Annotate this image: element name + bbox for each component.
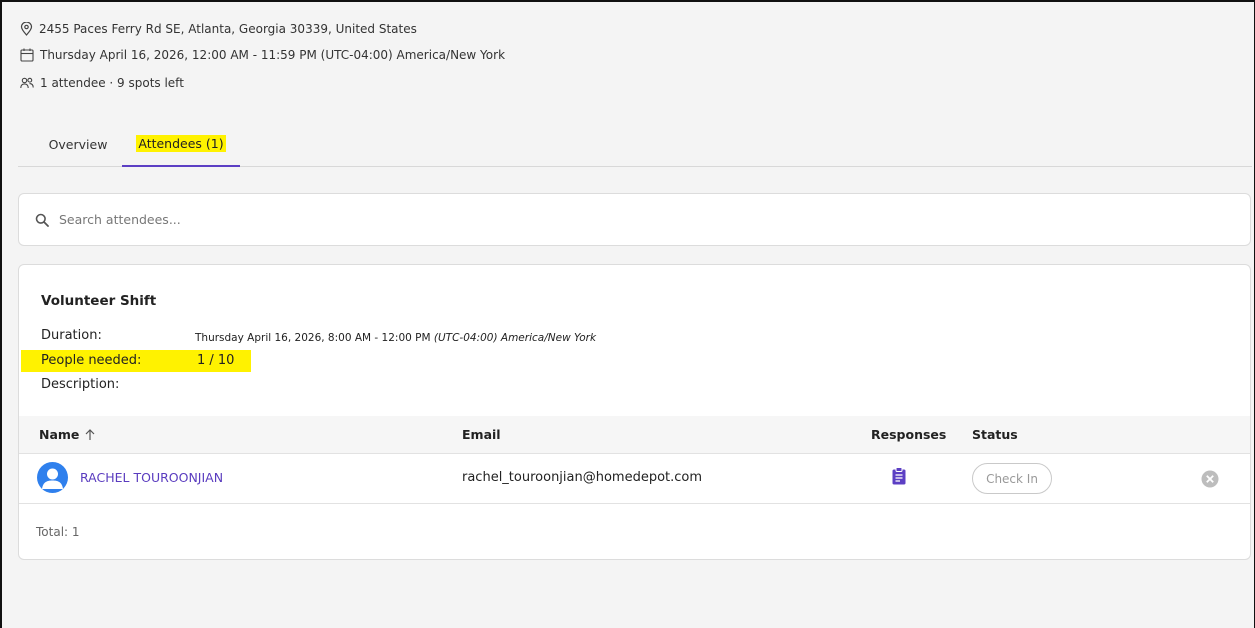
clipboard-icon[interactable] xyxy=(892,467,906,489)
attendee-name-link[interactable]: RACHEL TOUROONJIAN xyxy=(80,470,223,485)
avatar xyxy=(37,462,68,493)
tab-attendees[interactable]: Attendees (1) xyxy=(122,122,240,167)
event-attendance: 1 attendee · 9 spots left xyxy=(20,76,184,90)
location-pin-icon xyxy=(20,22,33,36)
event-address: 2455 Paces Ferry Rd SE, Atlanta, Georgia… xyxy=(20,22,417,36)
table-total: Total: 1 xyxy=(36,525,80,539)
column-status: Status xyxy=(972,427,1018,442)
calendar-icon xyxy=(20,48,34,62)
column-name[interactable]: Name xyxy=(39,427,95,442)
arrow-up-icon xyxy=(85,428,95,440)
tab-overview[interactable]: Overview xyxy=(26,122,130,167)
check-in-button[interactable]: Check In xyxy=(972,463,1052,494)
shift-title: Volunteer Shift xyxy=(41,293,157,309)
table-header: Name Email Responses Status xyxy=(19,416,1250,454)
event-datetime: Thursday April 16, 2026, 12:00 AM - 11:5… xyxy=(20,48,505,62)
table-row: RACHEL TOUROONJIAN rachel_touroonjian@ho… xyxy=(19,454,1250,504)
people-icon xyxy=(20,77,34,89)
event-attendance-text: 1 attendee · 9 spots left xyxy=(40,76,184,90)
user-avatar-icon xyxy=(42,468,63,489)
description-label: Description: xyxy=(41,377,120,392)
attendee-email: rachel_touroonjian@homedepot.com xyxy=(462,470,703,485)
shift-card: Volunteer Shift Duration: Thursday April… xyxy=(18,264,1251,560)
remove-icon[interactable] xyxy=(1201,470,1219,492)
duration-timezone: (UTC-04:00) America/New York xyxy=(433,332,597,344)
event-address-text: 2455 Paces Ferry Rd SE, Atlanta, Georgia… xyxy=(39,22,417,36)
search-input[interactable] xyxy=(59,212,459,227)
column-email: Email xyxy=(462,427,501,442)
people-needed-value: 1 / 10 xyxy=(197,353,235,368)
column-responses: Responses xyxy=(871,427,947,442)
duration-label: Duration: xyxy=(41,328,102,343)
search-bar xyxy=(18,193,1251,246)
people-needed-label: People needed: xyxy=(41,353,142,368)
search-icon xyxy=(35,213,49,227)
page-frame: 2455 Paces Ferry Rd SE, Atlanta, Georgia… xyxy=(0,0,1255,628)
tab-bar: Overview Attendees (1) xyxy=(18,122,1252,167)
duration-value: Thursday April 16, 2026, 8:00 AM - 12:00… xyxy=(195,332,597,344)
event-datetime-text: Thursday April 16, 2026, 12:00 AM - 11:5… xyxy=(40,48,506,62)
